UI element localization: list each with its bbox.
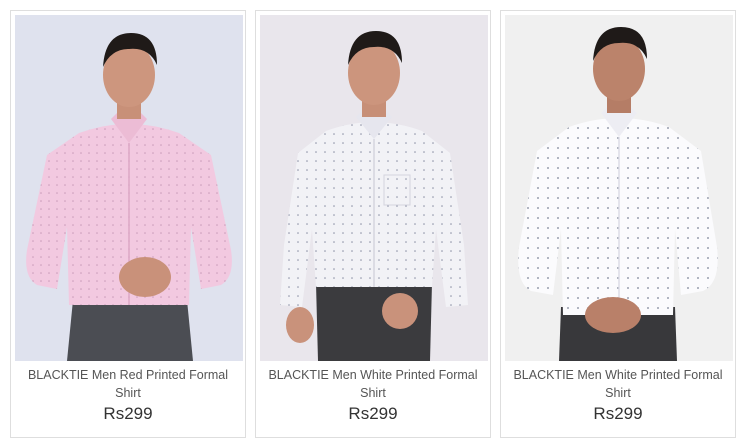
product-title[interactable]: BLACKTIE Men White Printed Formal Shirt (505, 366, 731, 402)
product-image[interactable] (505, 15, 733, 361)
product-price: Rs299 (593, 404, 643, 423)
product-price: Rs299 (103, 404, 153, 423)
product-image[interactable] (15, 15, 243, 361)
product-title[interactable]: BLACKTIE Men White Printed Formal Shirt (260, 366, 486, 402)
product-card[interactable]: BLACKTIE Men White Printed Formal Shirt … (255, 10, 491, 438)
product-card[interactable]: BLACKTIE Men Red Printed Formal Shirt Rs… (10, 10, 246, 438)
product-title[interactable]: BLACKTIE Men Red Printed Formal Shirt (15, 366, 241, 402)
product-price: Rs299 (348, 404, 398, 423)
product-grid: BLACKTIE Men Red Printed Formal Shirt Rs… (0, 0, 747, 442)
product-card[interactable]: BLACKTIE Men White Printed Formal Shirt … (500, 10, 736, 438)
product-image[interactable] (260, 15, 488, 361)
